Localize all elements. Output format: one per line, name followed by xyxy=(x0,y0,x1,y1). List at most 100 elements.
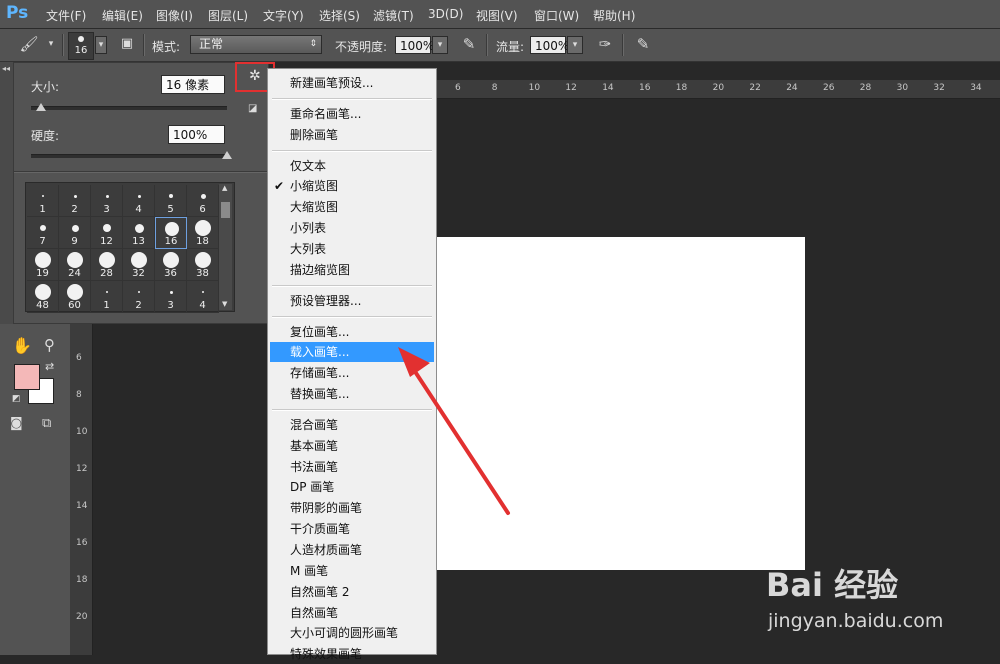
hardness-slider-thumb[interactable] xyxy=(222,151,232,159)
brush-preset-17[interactable]: 38 xyxy=(187,249,219,281)
brush-preset-8[interactable]: 12 xyxy=(91,217,123,249)
brush-preset-22[interactable]: 3 xyxy=(155,281,187,313)
brush-preset-21[interactable]: 2 xyxy=(123,281,155,313)
brush-preset-2[interactable]: 3 xyxy=(91,185,123,217)
swap-colors-icon[interactable]: ⇄ xyxy=(45,360,54,373)
hand-tool-icon[interactable]: ✋ xyxy=(12,336,32,355)
brush-preset-1[interactable]: 2 xyxy=(59,185,91,217)
opacity-label: 不透明度: xyxy=(335,40,388,54)
brush-preset-size: 2 xyxy=(135,300,142,311)
flow-dropdown[interactable]: ▾ xyxy=(567,36,583,54)
pressure-size-icon[interactable]: ✎ xyxy=(632,33,654,55)
brush-panel-toggle-icon[interactable]: ▣ xyxy=(116,33,138,55)
brush-preset-picker[interactable]: 16 xyxy=(68,32,94,60)
menu-separator xyxy=(272,284,432,287)
menu-item-5-10[interactable]: 大小可调的圆形画笔 xyxy=(270,623,434,643)
brush-preset-size: 16 xyxy=(164,236,178,247)
foreground-color-swatch[interactable] xyxy=(14,364,40,390)
quick-mask-icon[interactable]: ◙ xyxy=(10,416,23,431)
preset-scrollbar[interactable]: ▲ ▼ xyxy=(219,184,232,310)
brush-preset-14[interactable]: 28 xyxy=(91,249,123,281)
menu-item-0[interactable]: 文件(F) xyxy=(46,7,86,24)
menu-item-2-2[interactable]: 大缩览图 xyxy=(270,197,434,217)
menu-item-4-0[interactable]: 复位画笔... xyxy=(270,322,434,342)
size-slider-thumb[interactable] xyxy=(35,103,46,111)
brush-preset-9[interactable]: 13 xyxy=(123,217,155,249)
menu-item-2-5[interactable]: 描边缩览图 xyxy=(270,260,434,280)
menu-item-8[interactable]: 视图(V) xyxy=(476,7,518,24)
menu-separator xyxy=(272,149,432,152)
opacity-field[interactable]: 100% xyxy=(395,36,434,54)
collapse-arrows-icon[interactable]: ◂◂ xyxy=(2,64,10,73)
brush-preset-19[interactable]: 60 xyxy=(59,281,91,313)
menu-item-1[interactable]: 编辑(E) xyxy=(102,7,143,24)
ruler-top-label: 12 xyxy=(565,83,577,93)
menu-item-2[interactable]: 图像(I) xyxy=(156,7,193,24)
brush-preset-18[interactable]: 48 xyxy=(27,281,59,313)
menu-item-2-1[interactable]: ✔ 小缩览图 xyxy=(270,176,434,196)
mode-select[interactable]: 正常 ⇕ xyxy=(190,35,322,54)
brush-preset-0[interactable]: 1 xyxy=(27,185,59,217)
airbrush-icon[interactable]: ✑ xyxy=(594,33,616,55)
brush-preset-10[interactable]: 16 xyxy=(155,217,187,249)
menu-item-9[interactable]: 窗口(W) xyxy=(534,7,579,24)
size-field[interactable]: 16 像素 xyxy=(161,75,225,94)
hardness-slider-track[interactable] xyxy=(31,154,227,158)
menu-item-label: 混合画笔 xyxy=(290,417,339,432)
menu-item-5-7[interactable]: M 画笔 xyxy=(270,561,434,581)
brush-preset-20[interactable]: 1 xyxy=(91,281,123,313)
brush-preset-4[interactable]: 5 xyxy=(155,185,187,217)
brush-tip-icon xyxy=(67,252,83,268)
menu-item-10[interactable]: 帮助(H) xyxy=(593,7,635,24)
brush-preset-12[interactable]: 19 xyxy=(27,249,59,281)
pressure-opacity-icon[interactable]: ✎ xyxy=(458,33,480,55)
scroll-down-icon[interactable]: ▼ xyxy=(222,300,227,308)
brush-preset-6[interactable]: 7 xyxy=(27,217,59,249)
default-colors-icon[interactable]: ◩ xyxy=(12,394,21,404)
tool-preset-dropdown-icon[interactable]: ▾ xyxy=(40,33,62,55)
ruler-left-label: 14 xyxy=(76,501,88,511)
brush-preset-5[interactable]: 6 xyxy=(187,185,219,217)
brush-preset-13[interactable]: 24 xyxy=(59,249,91,281)
brush-preset-size: 5 xyxy=(167,204,174,215)
flow-label: 流量: xyxy=(496,40,525,54)
menu-item-5-11[interactable]: 特殊效果画笔 xyxy=(270,644,434,664)
zoom-tool-icon[interactable]: ⚲ xyxy=(44,336,55,354)
menu-item-3-0[interactable]: 预设管理器... xyxy=(270,291,434,311)
opacity-dropdown[interactable]: ▾ xyxy=(432,36,448,54)
new-preset-icon[interactable]: ◪ xyxy=(248,103,257,114)
brush-preset-15[interactable]: 32 xyxy=(123,249,155,281)
menu-item-6[interactable]: 滤镜(T) xyxy=(373,7,414,24)
screen-mode-icon[interactable]: ⧉ xyxy=(42,416,51,431)
brush-preset-7[interactable]: 9 xyxy=(59,217,91,249)
brush-preset-size: 60 xyxy=(68,300,81,311)
scroll-up-icon[interactable]: ▲ xyxy=(222,184,227,192)
menu-item-3[interactable]: 图层(L) xyxy=(208,7,248,24)
menu-item-1-1[interactable]: 删除画笔 xyxy=(270,125,434,145)
brush-preset-16[interactable]: 36 xyxy=(155,249,187,281)
baidu-jingyan-watermark: Bai 经验 jingyan.baidu.com xyxy=(766,548,996,643)
brush-preset-dropdown[interactable]: ▾ xyxy=(95,36,107,54)
brush-preset-23[interactable]: 4 xyxy=(187,281,219,313)
menu-item-5[interactable]: 选择(S) xyxy=(319,7,360,24)
menu-item-2-3[interactable]: 小列表 xyxy=(270,218,434,238)
menu-item-2-4[interactable]: 大列表 xyxy=(270,239,434,259)
menu-item-2-0[interactable]: 仅文本 xyxy=(270,156,434,176)
menu-item-5-8[interactable]: 自然画笔 2 xyxy=(270,582,434,602)
menu-item-5-9[interactable]: 自然画笔 xyxy=(270,603,434,623)
brush-preset-11[interactable]: 18 xyxy=(187,217,219,249)
menu-item-7[interactable]: 3D(D) xyxy=(428,7,463,21)
menu-item-0-0[interactable]: 新建画笔预设... xyxy=(270,73,434,93)
menu-item-5-6[interactable]: 人造材质画笔 xyxy=(270,540,434,560)
gear-icon[interactable]: ✲ xyxy=(249,68,261,84)
flow-field[interactable]: 100% xyxy=(530,36,569,54)
size-slider-track[interactable] xyxy=(31,106,227,110)
brush-tip-icon xyxy=(99,252,115,268)
brush-tool-icon[interactable]: 🖌 xyxy=(18,33,40,55)
menu-item-4[interactable]: 文字(Y) xyxy=(263,7,304,24)
scroll-thumb[interactable] xyxy=(221,202,230,218)
brush-preset-3[interactable]: 4 xyxy=(123,185,155,217)
hardness-field[interactable]: 100% xyxy=(168,125,225,144)
ruler-top-label: 24 xyxy=(786,83,798,93)
menu-item-1-0[interactable]: 重命名画笔... xyxy=(270,104,434,124)
